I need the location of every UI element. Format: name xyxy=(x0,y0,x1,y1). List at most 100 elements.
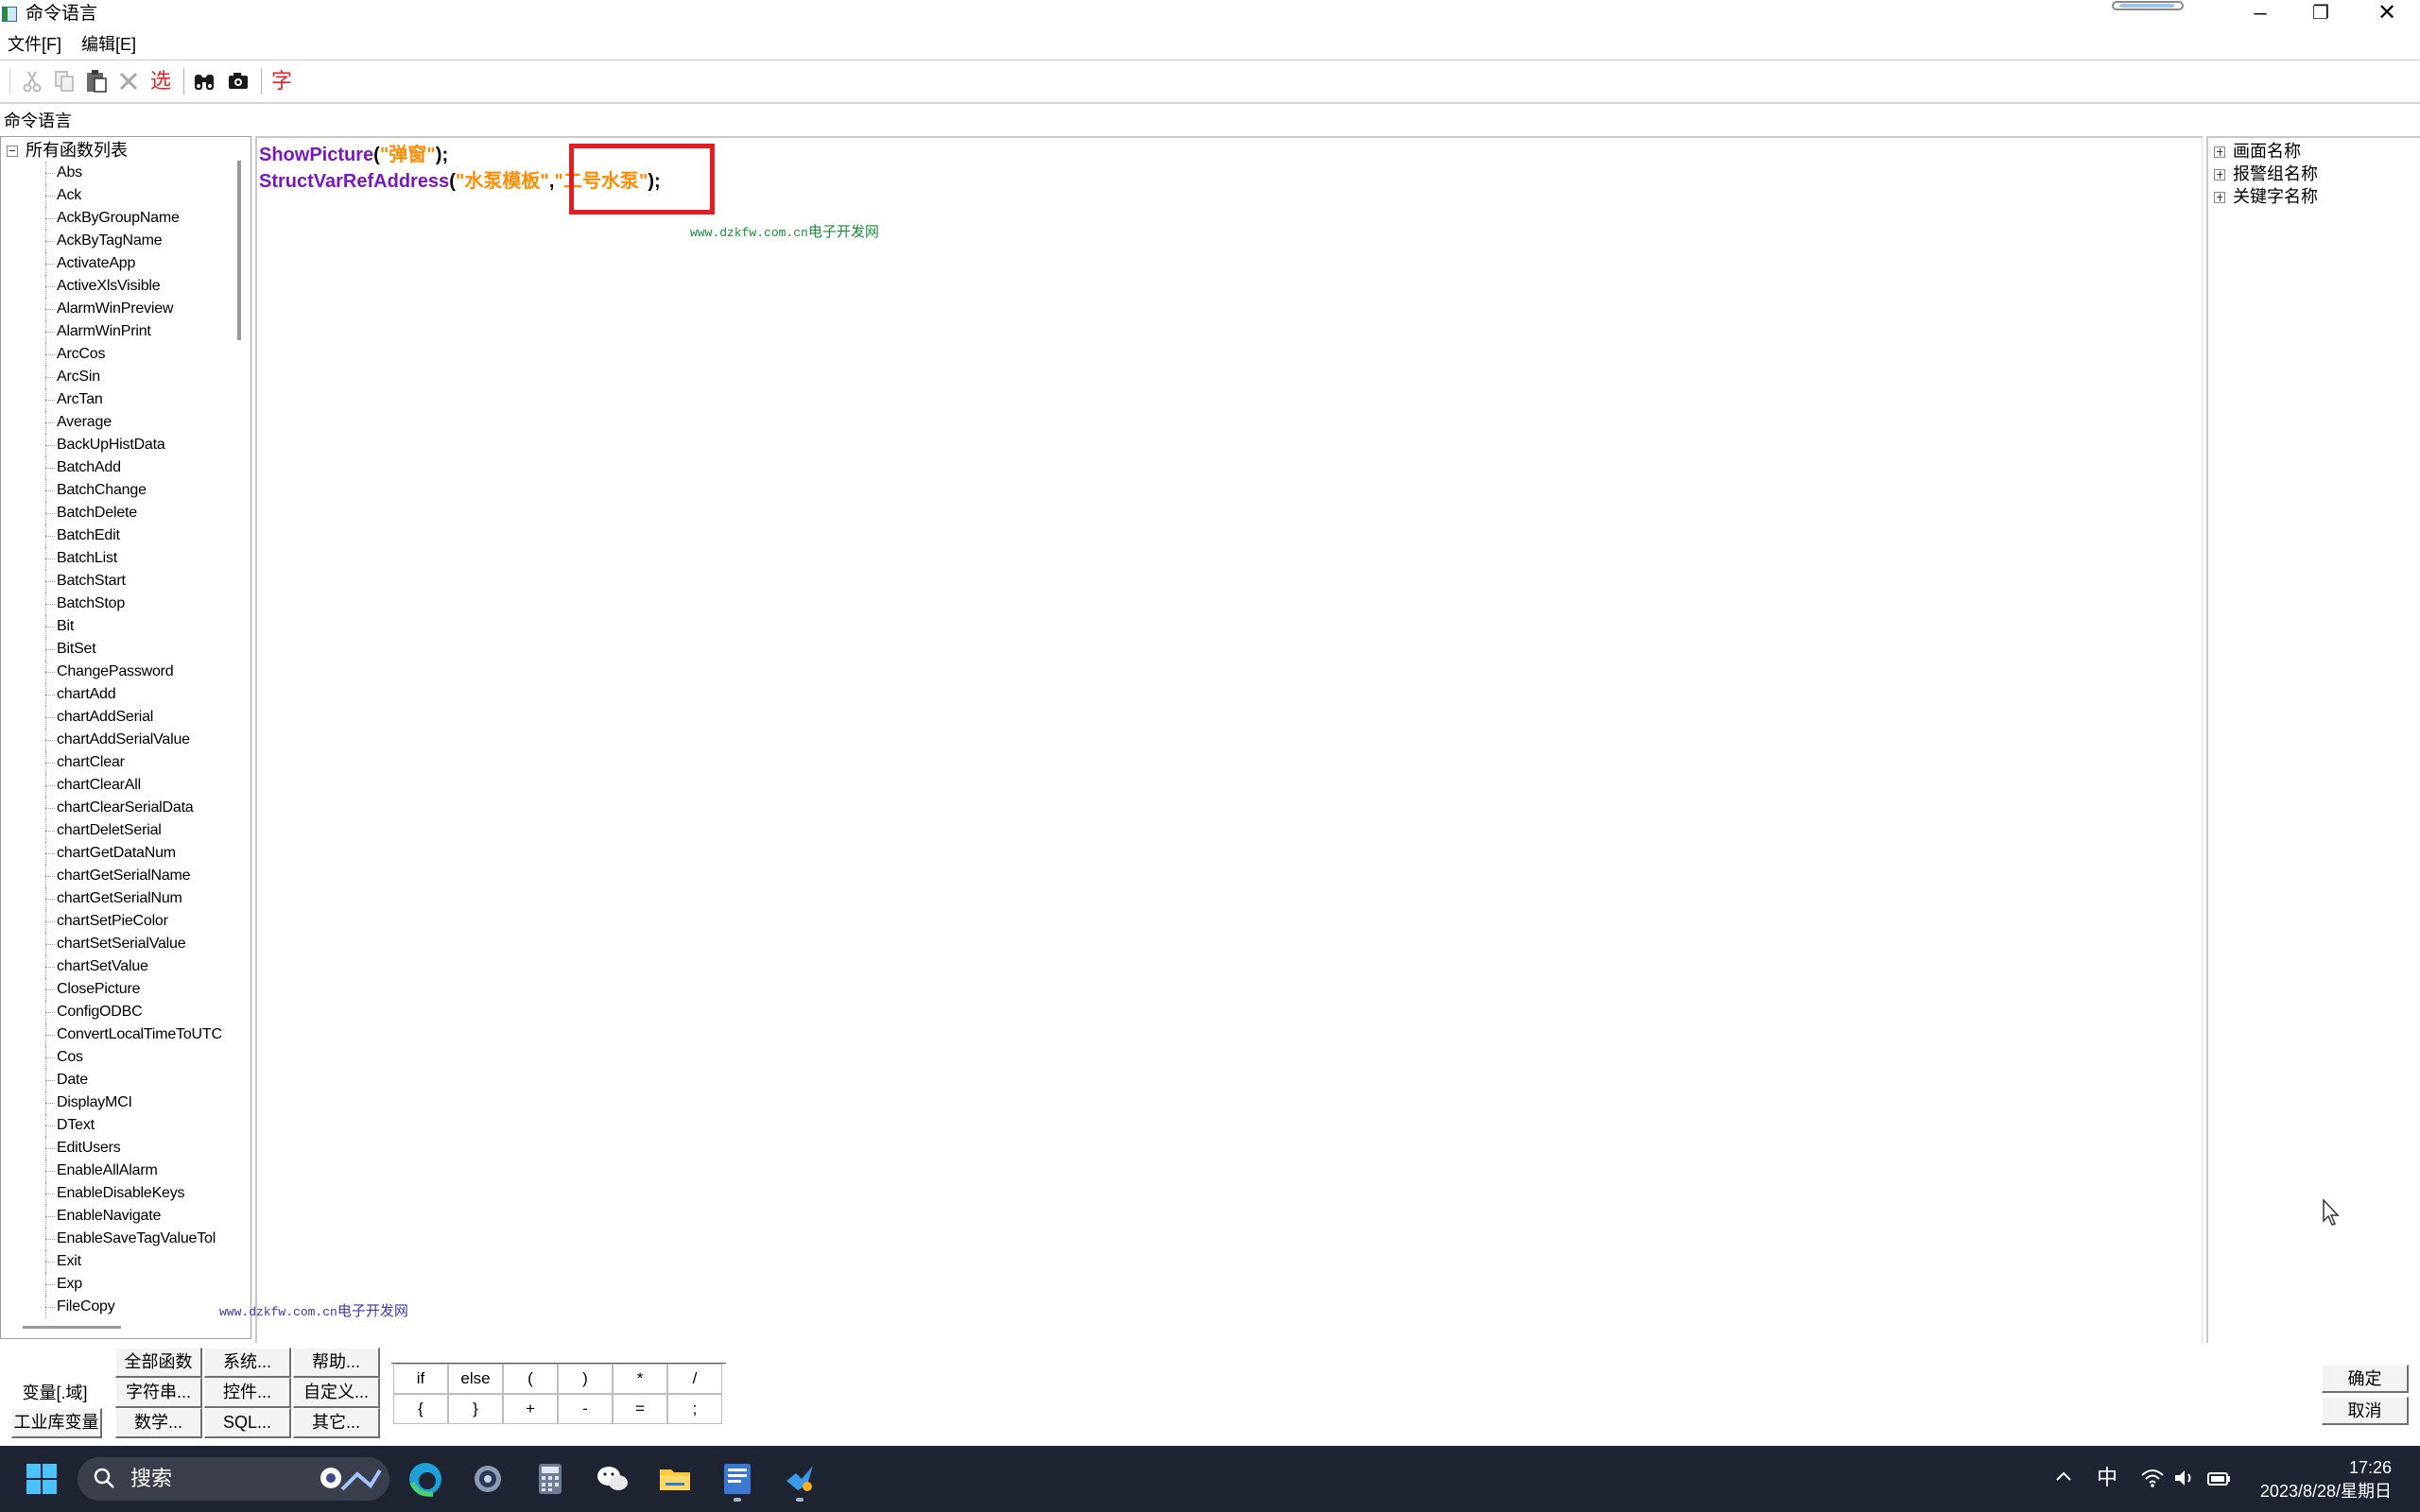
clock-date[interactable]: 2023/8/28/星期日 xyxy=(2250,1480,2392,1503)
wechat-icon[interactable] xyxy=(592,1458,633,1500)
menu-edit[interactable]: 编辑[E] xyxy=(78,32,140,57)
calculator-icon[interactable] xyxy=(529,1458,571,1500)
operator-close-brace[interactable]: } xyxy=(448,1394,503,1424)
function-item[interactable]: chartDeletSerial xyxy=(1,819,237,842)
system-button[interactable]: 系统... xyxy=(204,1348,291,1378)
other-button[interactable]: 其它... xyxy=(293,1408,380,1438)
function-item[interactable]: ConvertLocalTimeToUTC xyxy=(1,1023,237,1046)
function-item[interactable]: chartGetSerialNum xyxy=(1,887,237,910)
ok-button[interactable]: 确定 xyxy=(2322,1365,2409,1393)
function-item[interactable]: Exit xyxy=(1,1250,237,1273)
function-item[interactable]: EnableDisableKeys xyxy=(1,1182,237,1205)
industrial-db-variable-button[interactable]: 工业库变量 xyxy=(11,1408,102,1438)
function-item[interactable]: BatchAdd xyxy=(1,456,237,479)
operator-minus[interactable]: - xyxy=(558,1394,613,1424)
function-item[interactable]: ActivateApp xyxy=(1,252,237,275)
copy-icon[interactable] xyxy=(49,66,79,96)
function-item[interactable]: DText xyxy=(1,1114,237,1137)
function-item[interactable]: ChangePassword xyxy=(1,661,237,683)
operator-divide[interactable]: / xyxy=(667,1364,722,1394)
help-button[interactable]: 帮助... xyxy=(293,1348,380,1378)
volume-icon[interactable] xyxy=(2172,1467,2197,1494)
tree-scrollbar-horizontal[interactable] xyxy=(23,1326,121,1329)
function-item[interactable]: chartClearAll xyxy=(1,774,237,797)
minimize-button[interactable]: – xyxy=(2227,0,2293,29)
cut-icon[interactable] xyxy=(17,66,47,96)
operator-if[interactable]: if xyxy=(393,1364,448,1394)
binoculars-icon[interactable] xyxy=(189,66,219,96)
math-button[interactable]: 数学... xyxy=(115,1408,202,1438)
tree-item-picture-names[interactable]: 画面名称 xyxy=(2214,140,2301,163)
function-item[interactable]: AlarmWinPrint xyxy=(1,320,237,343)
file-explorer-icon[interactable] xyxy=(654,1458,696,1500)
function-item[interactable]: Bit xyxy=(1,615,237,638)
function-item[interactable]: EnableAllAlarm xyxy=(1,1160,237,1182)
function-item[interactable]: FileCopy xyxy=(1,1296,237,1318)
operator-else[interactable]: else xyxy=(448,1364,503,1394)
function-item[interactable]: Abs xyxy=(1,162,237,184)
function-item[interactable]: BatchChange xyxy=(1,479,237,502)
function-item[interactable]: AckByGroupName xyxy=(1,207,237,230)
function-item[interactable]: ActiveXlsVisible xyxy=(1,275,237,298)
function-item[interactable]: BatchStart xyxy=(1,570,237,593)
function-item[interactable]: chartAdd xyxy=(1,683,237,706)
function-item[interactable]: chartSetSerialValue xyxy=(1,933,237,955)
function-item[interactable]: ClosePicture xyxy=(1,978,237,1001)
function-item[interactable]: chartAddSerialValue xyxy=(1,729,237,751)
delete-icon[interactable] xyxy=(113,66,144,96)
function-item[interactable]: chartSetValue xyxy=(1,955,237,978)
operator-close-paren[interactable]: ) xyxy=(558,1364,613,1394)
function-tree[interactable]: 所有函数列表 Abs Ack AckByGroupName AckByTagName A… xyxy=(0,136,251,1339)
sql-button[interactable]: SQL... xyxy=(204,1408,291,1438)
operator-semicolon[interactable]: ; xyxy=(667,1394,722,1424)
function-item[interactable]: chartGetDataNum xyxy=(1,842,237,865)
font-button[interactable]: 字 xyxy=(267,66,297,96)
function-item[interactable]: BatchStop xyxy=(1,593,237,615)
start-icon[interactable] xyxy=(21,1458,62,1500)
function-item[interactable]: chartSetPieColor xyxy=(1,910,237,933)
operator-open-paren[interactable]: ( xyxy=(503,1364,558,1394)
battery-icon[interactable] xyxy=(2206,1467,2233,1494)
camera-icon[interactable] xyxy=(223,66,253,96)
code-editor[interactable]: ShowPicture("弹窗"); StructVarRefAddress("… xyxy=(255,136,2203,1343)
function-item[interactable]: BatchEdit xyxy=(1,524,237,547)
name-tree[interactable]: 画面名称 报警组名称 关键字名称 xyxy=(2206,136,2420,1343)
tree-item-alarm-group-names[interactable]: 报警组名称 xyxy=(2214,163,2318,185)
select-button[interactable]: 选 xyxy=(146,66,176,96)
function-item[interactable]: ConfigODBC xyxy=(1,1001,237,1023)
function-item[interactable]: Ack xyxy=(1,184,237,207)
operator-multiply[interactable]: * xyxy=(613,1364,667,1394)
bird-app-icon[interactable] xyxy=(779,1458,821,1500)
function-item[interactable]: chartGetSerialName xyxy=(1,865,237,887)
close-button[interactable]: ✕ xyxy=(2354,0,2420,29)
function-item[interactable]: Average xyxy=(1,411,237,434)
function-item[interactable]: BitSet xyxy=(1,638,237,661)
tree-root[interactable]: 所有函数列表 xyxy=(7,141,128,160)
collapse-icon[interactable] xyxy=(7,146,18,158)
function-item[interactable]: ArcCos xyxy=(1,343,237,366)
expand-icon[interactable] xyxy=(2214,192,2225,204)
menu-file[interactable]: 文件[F] xyxy=(4,32,65,57)
tree-scrollbar-vertical[interactable] xyxy=(237,161,241,340)
function-item[interactable]: chartAddSerial xyxy=(1,706,237,729)
ime-indicator[interactable]: 中 xyxy=(2097,1465,2118,1491)
function-item[interactable]: ArcTan xyxy=(1,388,237,411)
operator-open-brace[interactable]: { xyxy=(393,1394,448,1424)
function-item[interactable]: Exp xyxy=(1,1273,237,1296)
variable-field-button[interactable]: 变量[.域] xyxy=(11,1380,98,1408)
settings-icon[interactable] xyxy=(467,1458,509,1500)
all-functions-button[interactable]: 全部函数 xyxy=(115,1348,202,1378)
tree-item-keyword-names[interactable]: 关键字名称 xyxy=(2214,185,2318,208)
chevron-up-icon[interactable] xyxy=(2053,1467,2074,1492)
custom-button[interactable]: 自定义... xyxy=(293,1378,380,1408)
clock-time[interactable]: 17:26 xyxy=(2250,1456,2392,1479)
function-item[interactable]: BackUpHistData xyxy=(1,434,237,456)
function-item[interactable]: chartClear xyxy=(1,751,237,774)
function-item[interactable]: DisplayMCI xyxy=(1,1091,237,1114)
function-item[interactable]: EditUsers xyxy=(1,1137,237,1160)
edge-icon[interactable] xyxy=(405,1458,446,1500)
function-item[interactable]: Date xyxy=(1,1069,237,1091)
code-line-1[interactable]: ShowPicture("弹窗"); xyxy=(259,142,448,168)
function-item[interactable]: Cos xyxy=(1,1046,237,1069)
string-button[interactable]: 字符串... xyxy=(115,1378,202,1408)
